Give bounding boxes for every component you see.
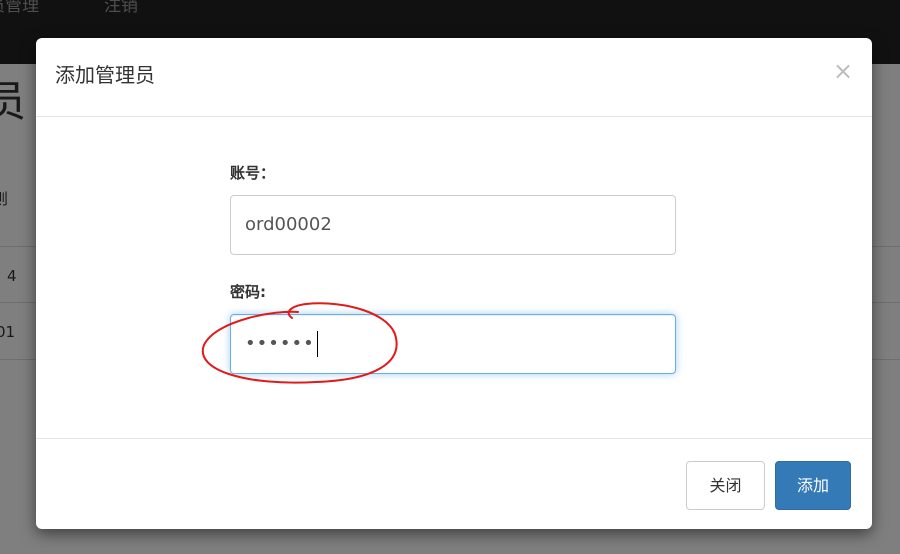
add-button[interactable]: 添加 — [775, 461, 851, 510]
add-admin-dialog: 添加管理员 × 账号： ord00002 密码: •••••• 关闭 添加 — [36, 38, 872, 529]
account-label: 账号： — [230, 164, 276, 182]
close-icon[interactable]: × — [833, 59, 853, 83]
modal-footer: 关闭 添加 — [36, 438, 872, 530]
modal-header: 添加管理员 × — [36, 38, 872, 117]
account-input[interactable]: ord00002 — [230, 195, 676, 255]
close-button[interactable]: 关闭 — [686, 461, 765, 510]
password-label: 密码: — [230, 283, 266, 301]
text-caret — [316, 331, 318, 357]
modal-title: 添加管理员 — [55, 63, 155, 87]
password-input[interactable]: •••••• — [230, 314, 676, 374]
password-masked-value: •••••• — [245, 333, 315, 354]
